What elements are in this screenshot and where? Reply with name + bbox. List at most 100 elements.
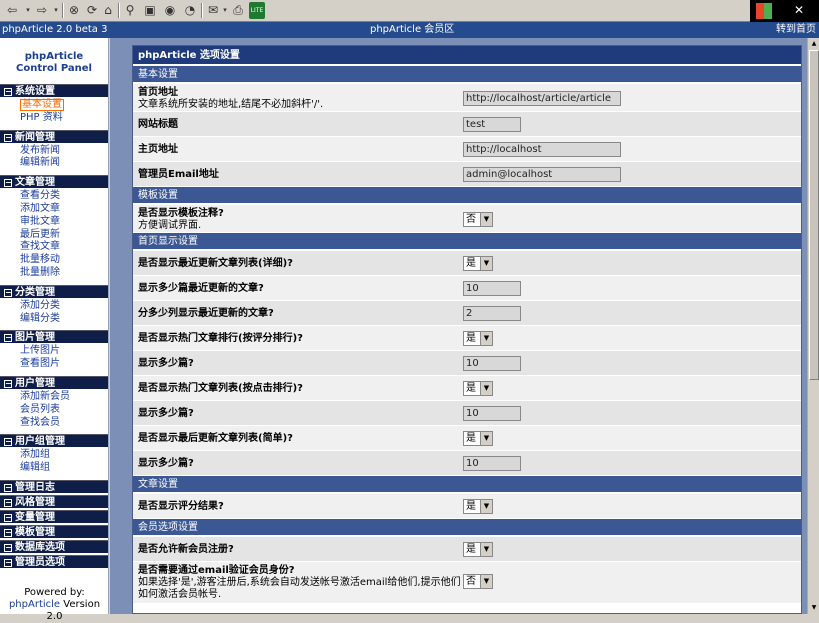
option-input[interactable]: 10 xyxy=(463,406,521,421)
collapse-icon[interactable]: − xyxy=(4,133,12,142)
forward-dropdown-icon[interactable]: ▾ xyxy=(52,2,60,19)
forward-icon[interactable]: ⇨ xyxy=(33,2,51,19)
collapse-icon[interactable]: − xyxy=(4,88,12,96)
collapse-icon[interactable]: − xyxy=(4,543,12,552)
member-area-title: phpArticle 会员区 xyxy=(370,24,455,35)
sidebar-item[interactable]: 批量删除 xyxy=(20,267,108,280)
sidebar-item[interactable]: 添加组 xyxy=(20,449,108,462)
refresh-icon[interactable]: ⟳ xyxy=(84,2,100,19)
option-label: 显示多少篇? xyxy=(138,408,194,419)
sidebar-section-header[interactable]: − 系统设置 xyxy=(0,84,108,97)
chevron-down-icon[interactable]: ▼ xyxy=(480,257,492,270)
collapse-icon[interactable]: − xyxy=(4,498,12,507)
home-icon[interactable]: ⌂ xyxy=(100,2,116,19)
back-icon[interactable]: ⇦ xyxy=(2,2,22,19)
scroll-up-icon[interactable]: ▲ xyxy=(809,39,819,49)
collapse-icon[interactable]: − xyxy=(4,379,12,388)
option-select[interactable]: 是 ▼ xyxy=(463,542,493,557)
search-icon[interactable]: ⚲ xyxy=(122,2,138,19)
print-icon[interactable]: ⎙ xyxy=(230,2,246,19)
sidebar-item[interactable]: 编辑新闻 xyxy=(20,157,108,170)
sidebar-section-header[interactable]: − 用户组管理 xyxy=(0,434,108,448)
sidebar-section-label: 文章管理 xyxy=(15,177,55,189)
sidebar-section-header[interactable]: − 模板管理 xyxy=(0,524,108,538)
collapse-icon[interactable]: − xyxy=(4,334,12,343)
collapse-icon[interactable]: − xyxy=(4,528,12,537)
sidebar-item[interactable]: 添加文章 xyxy=(20,203,108,216)
scroll-down-icon[interactable]: ▼ xyxy=(809,603,819,613)
collapse-icon[interactable]: − xyxy=(4,483,12,492)
sidebar-item[interactable]: 最后更新 xyxy=(20,229,108,242)
close-icon[interactable]: ✕ xyxy=(782,1,816,20)
option-input[interactable]: http://localhost xyxy=(463,142,621,157)
sidebar-item[interactable]: 发布新闻 xyxy=(20,145,108,158)
sidebar-section-header[interactable]: − 图片管理 xyxy=(0,330,108,344)
option-select[interactable]: 否 ▼ xyxy=(463,574,493,589)
option-select[interactable]: 否 ▼ xyxy=(463,212,493,227)
sidebar-item[interactable]: 上传图片 xyxy=(20,345,108,358)
phparticle-link[interactable]: phpArticle xyxy=(9,599,60,610)
favorites-icon[interactable]: ▣ xyxy=(142,2,158,19)
sidebar-item[interactable]: 查看分类 xyxy=(20,190,108,203)
option-select[interactable]: 是 ▼ xyxy=(463,499,493,514)
scroll-thumb[interactable] xyxy=(809,50,819,380)
sidebar-section-header[interactable]: − 分类管理 xyxy=(0,284,108,298)
option-select[interactable]: 是 ▼ xyxy=(463,331,493,346)
option-input[interactable]: http://localhost/article/article xyxy=(463,91,621,106)
sidebar-section-header[interactable]: − 管理员选项 xyxy=(0,554,108,568)
option-select-value: 是 xyxy=(466,258,476,269)
chevron-down-icon[interactable]: ▼ xyxy=(480,332,492,345)
sidebar-section-header[interactable]: − 文章管理 xyxy=(0,175,108,189)
sidebar-item[interactable]: 查看图片 xyxy=(20,358,108,371)
goto-home-link[interactable]: 转到首页 xyxy=(776,22,816,38)
collapse-icon[interactable]: − xyxy=(4,438,12,447)
chevron-down-icon[interactable]: ▼ xyxy=(480,500,492,513)
option-select[interactable]: 是 ▼ xyxy=(463,431,493,446)
sidebar-section-header[interactable]: − 风格管理 xyxy=(0,494,108,508)
stop-icon[interactable]: ⊗ xyxy=(66,2,82,19)
media-icon[interactable]: ◉ xyxy=(162,2,178,19)
mail-icon[interactable]: ✉ xyxy=(205,2,221,19)
option-input[interactable]: test xyxy=(463,117,521,132)
option-input[interactable]: admin@localhost xyxy=(463,167,621,182)
sidebar-item[interactable]: 基本设置 xyxy=(20,99,64,111)
option-select[interactable]: 是 ▼ xyxy=(463,381,493,396)
sidebar-item[interactable]: 添加分类 xyxy=(20,300,108,313)
collapse-icon[interactable]: − xyxy=(4,513,12,522)
sidebar-item[interactable]: PHP 资料 xyxy=(20,112,108,125)
sidebar-item[interactable]: 查找会员 xyxy=(20,417,108,430)
sidebar-item[interactable]: 会员列表 xyxy=(20,404,108,417)
sidebar-item[interactable]: 查找文章 xyxy=(20,241,108,254)
sidebar-section-header[interactable]: − 用户管理 xyxy=(0,375,108,389)
sidebar-item[interactable]: 添加新会员 xyxy=(20,391,108,404)
collapse-icon[interactable]: − xyxy=(4,179,12,188)
sidebar-section-label: 管理日志 xyxy=(15,481,55,493)
sidebar-item[interactable]: 批量移动 xyxy=(20,254,108,267)
lite-icon[interactable]: LITE xyxy=(249,2,265,19)
sidebar-section-items: 添加分类 编辑分类 xyxy=(0,298,108,329)
chevron-down-icon[interactable]: ▼ xyxy=(480,575,492,588)
sidebar-section-header[interactable]: − 数据库选项 xyxy=(0,539,108,553)
options-panel: phpArticle 选项设置 基本设置 首页地址 文章系统所安装的地址,结尾不必加… xyxy=(132,45,802,614)
sidebar-section-header[interactable]: − 新闻管理 xyxy=(0,129,108,143)
option-input[interactable]: 10 xyxy=(463,281,521,296)
sidebar-section-header[interactable]: − 管理日志 xyxy=(0,479,108,493)
chevron-down-icon[interactable]: ▼ xyxy=(480,213,492,226)
chevron-down-icon[interactable]: ▼ xyxy=(480,543,492,556)
vertical-scrollbar[interactable]: ▲ ▼ xyxy=(807,38,819,614)
option-select[interactable]: 是 ▼ xyxy=(463,256,493,271)
back-dropdown-icon[interactable]: ▾ xyxy=(24,2,32,19)
history-icon[interactable]: ◔ xyxy=(182,2,198,19)
sidebar-item[interactable]: 审批文章 xyxy=(20,216,108,229)
sidebar-item[interactable]: 编辑分类 xyxy=(20,313,108,326)
collapse-icon[interactable]: − xyxy=(4,558,12,567)
chevron-down-icon[interactable]: ▼ xyxy=(480,432,492,445)
sidebar-item[interactable]: 编辑组 xyxy=(20,462,108,475)
sidebar-section-header[interactable]: − 变量管理 xyxy=(0,509,108,523)
option-input[interactable]: 2 xyxy=(463,306,521,321)
option-input[interactable]: 10 xyxy=(463,356,521,371)
collapse-icon[interactable]: − xyxy=(4,288,12,297)
mail-dropdown-icon[interactable]: ▾ xyxy=(221,2,229,19)
chevron-down-icon[interactable]: ▼ xyxy=(480,382,492,395)
option-input[interactable]: 10 xyxy=(463,456,521,471)
